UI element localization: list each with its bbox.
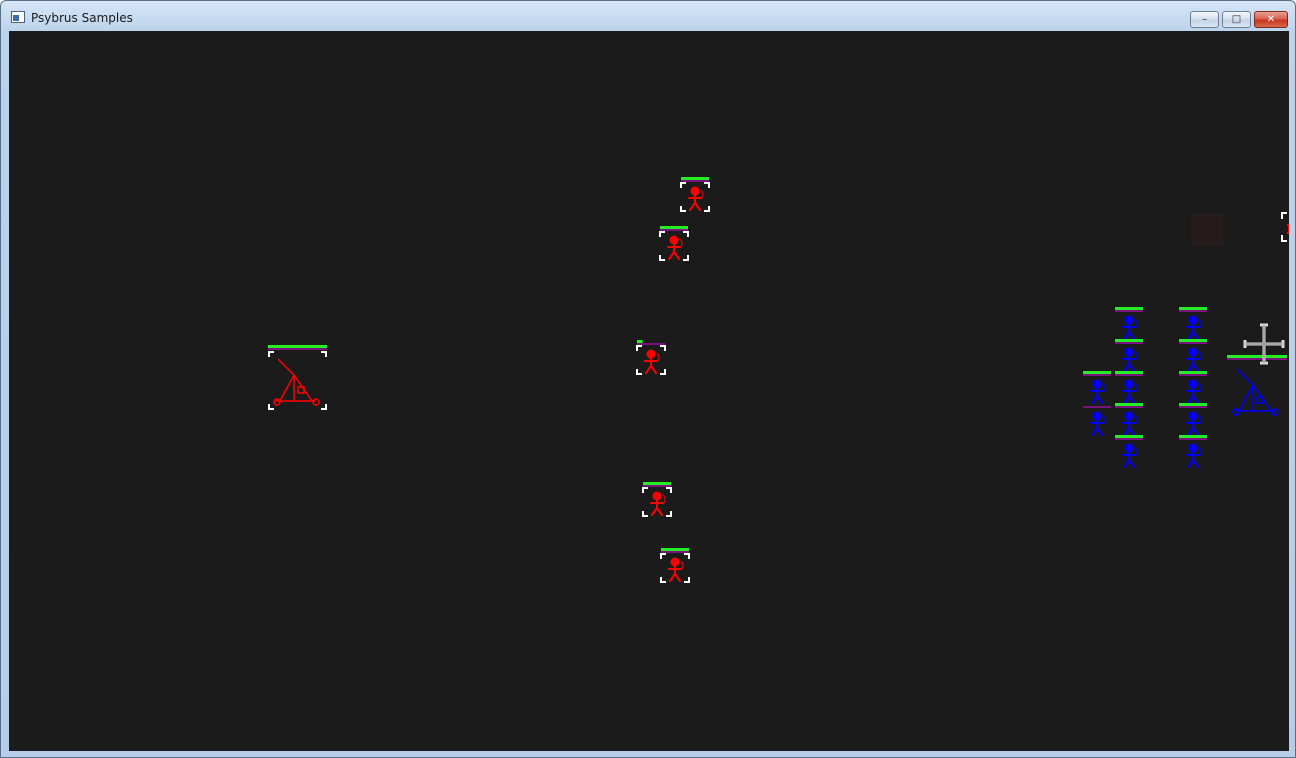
energy-bar	[1179, 406, 1207, 408]
energy-bar	[1115, 438, 1143, 440]
stick-soldier-icon	[1186, 443, 1202, 468]
stick-soldier-icon	[650, 491, 666, 516]
stick-soldier-icon	[668, 557, 684, 582]
catapult-icon	[273, 358, 320, 406]
health-bar	[1083, 371, 1111, 374]
stick-soldier-icon	[1122, 347, 1138, 372]
title-bar[interactable]: Psybrus Samples – □ ✕	[1, 1, 1295, 31]
energy-bar	[1083, 374, 1111, 376]
energy-bar	[660, 229, 688, 231]
stick-soldier-icon	[1090, 379, 1106, 404]
blue-soldier	[1115, 371, 1143, 404]
red-soldier	[636, 340, 666, 375]
projectile-shadow	[1191, 214, 1223, 246]
blue-soldier	[1179, 371, 1207, 404]
energy-bar	[681, 180, 709, 182]
red-soldier	[660, 548, 690, 583]
stick-soldier-icon	[1186, 379, 1202, 404]
health-bar	[1115, 307, 1143, 310]
stick-soldier-icon	[688, 186, 704, 211]
health-bar	[1179, 307, 1207, 310]
health-bar	[1115, 371, 1143, 374]
stick-soldier-icon	[644, 349, 660, 374]
blue-soldier	[1083, 406, 1111, 436]
energy-bar	[1083, 406, 1111, 408]
red-soldier	[659, 226, 689, 261]
energy-bar	[1115, 406, 1143, 408]
minimize-button[interactable]: –	[1190, 11, 1219, 28]
stick-soldier-icon	[1186, 411, 1202, 436]
app-icon	[11, 11, 25, 23]
app-window: Psybrus Samples – □ ✕	[0, 0, 1296, 758]
stick-soldier-icon	[1122, 443, 1138, 468]
blue-soldier	[1083, 371, 1111, 404]
health-bar	[660, 226, 688, 229]
health-bar	[661, 548, 689, 551]
health-bar	[1115, 435, 1143, 438]
health-bar	[681, 177, 709, 180]
red-soldier	[642, 482, 672, 517]
red-soldier	[680, 177, 710, 212]
blue-soldier	[1115, 403, 1143, 436]
energy-bar	[1179, 374, 1207, 376]
minimize-icon: –	[1202, 14, 1207, 25]
blue-soldier	[1179, 339, 1207, 372]
energy-bar	[1179, 342, 1207, 344]
stick-soldier-icon	[1186, 347, 1202, 372]
blue-soldier	[1179, 307, 1207, 340]
blue-soldier	[1115, 339, 1143, 372]
catapult-icon	[1232, 368, 1279, 416]
energy-bar	[1179, 310, 1207, 312]
blue-catapult	[1227, 355, 1287, 416]
blue-soldier	[1115, 435, 1143, 468]
blue-soldier	[1179, 403, 1207, 436]
close-button[interactable]: ✕	[1254, 11, 1288, 28]
stick-soldier-icon	[667, 235, 683, 260]
game-scene[interactable]	[9, 31, 1289, 751]
blue-soldier	[1115, 307, 1143, 340]
health-bar	[1115, 339, 1143, 342]
energy-bar	[661, 551, 689, 553]
energy-bar	[1115, 342, 1143, 344]
maximize-icon: □	[1231, 14, 1242, 25]
stick-soldier-icon	[1122, 379, 1138, 404]
energy-bar	[637, 343, 665, 345]
stick-soldier-icon	[1186, 315, 1202, 340]
health-bar	[1179, 339, 1207, 342]
health-bar	[1179, 371, 1207, 374]
energy-bar	[643, 485, 671, 487]
health-bar	[1179, 435, 1207, 438]
stick-soldier-icon	[1122, 411, 1138, 436]
stick-soldier-icon	[1122, 315, 1138, 340]
maximize-button[interactable]: □	[1222, 11, 1251, 28]
energy-bar	[1115, 374, 1143, 376]
health-bar	[1115, 403, 1143, 406]
energy-bar	[1115, 310, 1143, 312]
health-bar	[643, 482, 671, 485]
blue-soldier	[1179, 435, 1207, 468]
health-bar	[1179, 403, 1207, 406]
energy-bar	[1227, 358, 1287, 360]
offscreen-selection-bracket	[1281, 212, 1287, 242]
window-title: Psybrus Samples	[31, 11, 133, 25]
close-icon: ✕	[1266, 14, 1276, 25]
offscreen-red-unit	[1287, 224, 1289, 234]
red-catapult	[268, 345, 327, 410]
health-bar	[637, 340, 643, 343]
energy-bar	[268, 348, 327, 350]
stick-soldier-icon	[1090, 411, 1106, 436]
energy-bar	[1179, 438, 1207, 440]
game-viewport[interactable]	[9, 31, 1289, 751]
health-bar	[1227, 355, 1287, 358]
health-bar	[268, 345, 327, 348]
